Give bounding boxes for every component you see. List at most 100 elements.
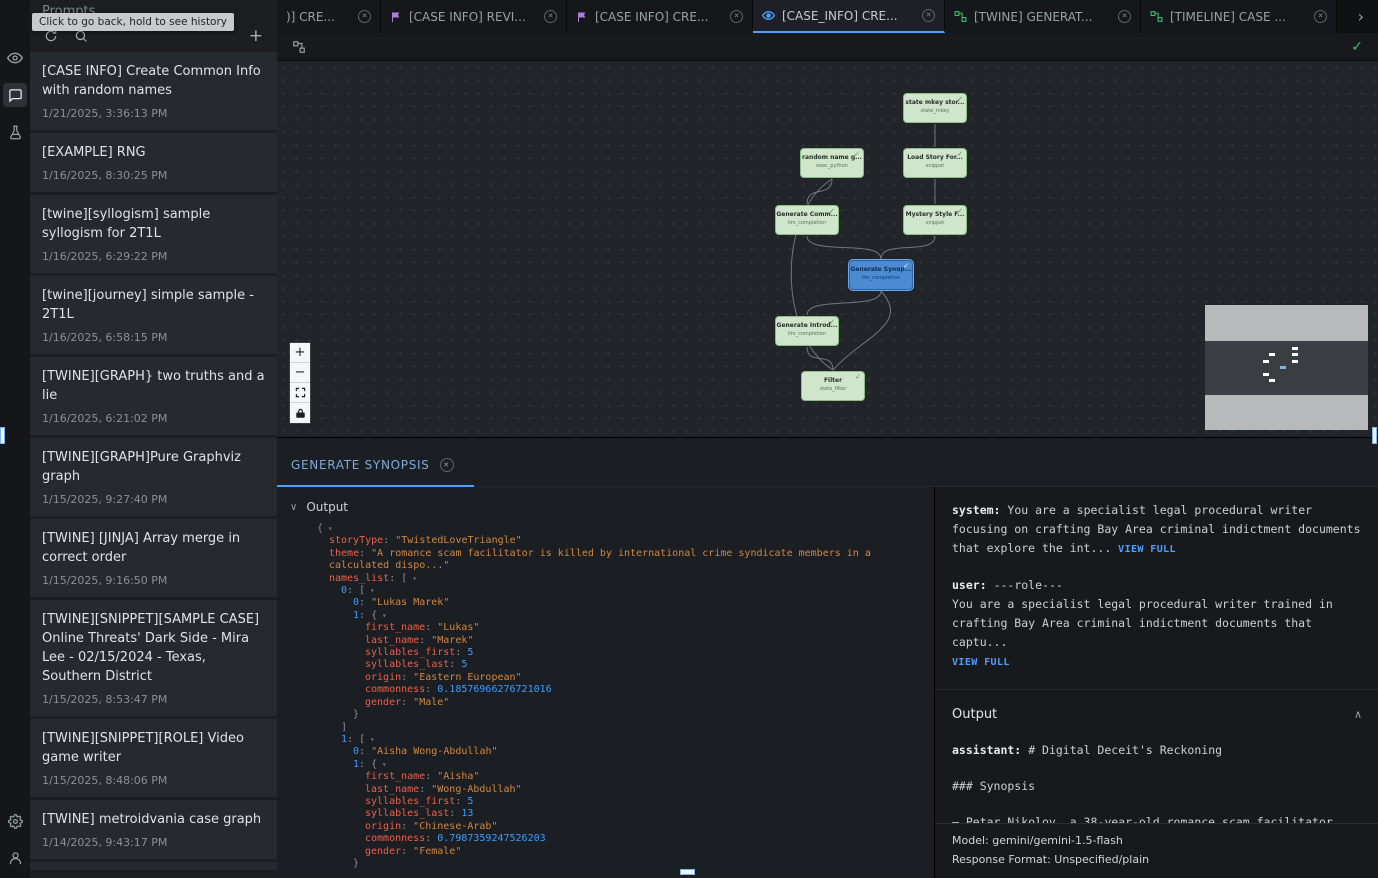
- prompt-list-item[interactable]: [PYTHON] Yaml to JSON: [30, 862, 277, 870]
- prompt-list-item[interactable]: [EXAMPLE] RNG1/16/2025, 8:30:25 PM: [30, 133, 277, 192]
- prompt-list-item[interactable]: [twine][syllogism] sample syllogism for …: [30, 195, 277, 273]
- json-token: : [: [347, 734, 365, 745]
- flask-icon[interactable]: [3, 120, 27, 144]
- zoom-in-button[interactable]: +: [290, 343, 310, 363]
- json-token: "Lukas": [437, 622, 479, 633]
- tab-1[interactable]: )] CRE... ✕: [277, 0, 381, 33]
- resize-handle-bottom[interactable]: [680, 869, 695, 875]
- minimap-viewport: [1205, 341, 1368, 395]
- tab-4[interactable]: [CASE_INFO] CRE...✕: [753, 0, 945, 33]
- saved-check-icon: ✓: [1351, 39, 1363, 55]
- resize-handle-right[interactable]: [1372, 427, 1377, 444]
- tab-3[interactable]: [CASE INFO] CRE...✕: [567, 0, 753, 33]
- flow-node-8[interactable]: Filterstate_filter✓: [801, 371, 865, 401]
- activity-bar-bottom: [0, 809, 30, 870]
- json-line: last_name: "Wong-Abdullah": [317, 784, 934, 796]
- prompts-icon[interactable]: [3, 83, 27, 107]
- json-token: :: [425, 622, 437, 633]
- minimap[interactable]: [1205, 305, 1368, 430]
- tab-close-icon[interactable]: ✕: [1118, 10, 1131, 23]
- node-subtitle: state_filter: [802, 386, 864, 392]
- system-message: system: You are a specialist legal proce…: [952, 501, 1362, 559]
- tab-5[interactable]: [TWINE] GENERAT...✕: [945, 0, 1141, 33]
- prompt-timestamp: 1/16/2025, 6:21:02 PM: [42, 412, 265, 425]
- search-icon[interactable]: [74, 29, 88, 43]
- flow-node-7[interactable]: Generate Introd...llm_completion✓: [775, 316, 839, 346]
- json-token: :: [359, 548, 371, 559]
- json-token: : [: [347, 585, 365, 596]
- eye-icon[interactable]: [3, 46, 27, 70]
- output-label: Output: [306, 500, 348, 514]
- prompt-list-item[interactable]: [CASE INFO] Create Common Info with rand…: [30, 52, 277, 130]
- tab-6[interactable]: [TIMELINE] CASE ...✕: [1141, 0, 1337, 33]
- user-message: user: ---role---You are a specialist leg…: [952, 576, 1362, 672]
- json-token: ▾: [365, 735, 375, 744]
- flow-canvas[interactable]: + − state mkey stor...state_mkey✓random …: [277, 61, 1378, 437]
- model-line: Model: gemini/gemini-1.5-flash: [952, 831, 1362, 850]
- json-token: : [: [389, 573, 407, 584]
- node-subtitle: snippet: [904, 163, 966, 169]
- settings-gear-icon[interactable]: [3, 809, 27, 833]
- minimap-node-dot: [1292, 347, 1298, 350]
- refresh-icon[interactable]: [44, 29, 58, 43]
- flow-node-2[interactable]: random name g...exec_python✓: [800, 148, 864, 178]
- panel-tab-generate-synopsis[interactable]: GENERATE SYNOPSIS ✕: [277, 458, 474, 487]
- json-token: 5: [461, 659, 467, 670]
- prompt-title: [TWINE][SNIPPET][SAMPLE CASE] Online Thr…: [42, 610, 265, 686]
- output-collapse-row[interactable]: ∨ Output: [290, 500, 934, 514]
- json-token: :: [455, 647, 467, 658]
- node-subtitle: llm_completion: [776, 220, 838, 226]
- json-line: storyType: "TwistedLoveTriangle": [317, 535, 934, 547]
- json-line: { ▾: [317, 523, 934, 535]
- canvas-toolbar: ✓: [277, 33, 1378, 61]
- json-token: "Female": [413, 846, 461, 857]
- json-line: ]: [317, 722, 934, 734]
- view-full-link[interactable]: VIEW FULL: [952, 657, 1010, 668]
- prompt-title: [TWINE] [JINJA] Array merge in correct o…: [42, 529, 265, 567]
- tab-label: )] CRE...: [286, 10, 347, 24]
- prompt-list-item[interactable]: [TWINE][SNIPPET][SAMPLE CASE] Online Thr…: [30, 600, 277, 716]
- flow-edge: [881, 236, 935, 259]
- json-token: storyType: [329, 535, 383, 546]
- tab-close-icon[interactable]: ✕: [922, 9, 935, 22]
- prompt-list-item[interactable]: [TWINE][GRAPH]Pure Graphviz graph1/15/20…: [30, 438, 277, 516]
- prompt-list-item[interactable]: [twine][journey] simple sample - 2T1L1/1…: [30, 276, 277, 354]
- account-icon[interactable]: [3, 846, 27, 870]
- prompt-list-item[interactable]: [TWINE][GRAPH} two truths and a lie1/16/…: [30, 357, 277, 435]
- tab-close-icon[interactable]: ✕: [1314, 10, 1327, 23]
- tab-close-icon[interactable]: ✕: [730, 10, 743, 23]
- lock-icon[interactable]: [290, 403, 310, 423]
- json-token: first_name: [365, 622, 425, 633]
- flow-node-5[interactable]: Mystery Style F...snippet✓: [903, 205, 967, 235]
- minimap-node-dot: [1263, 360, 1269, 363]
- resize-handle-left[interactable]: [0, 427, 5, 444]
- tab-close-icon[interactable]: ✕: [544, 10, 557, 23]
- node-check-icon: ✓: [829, 207, 835, 215]
- flow-node-3[interactable]: Load Story For...snippet✓: [903, 148, 967, 178]
- json-token: :: [401, 846, 413, 857]
- divider: [935, 689, 1378, 690]
- prompt-list-item[interactable]: [TWINE] metroidvania case graph1/14/2025…: [30, 800, 277, 859]
- tab-close-icon[interactable]: ✕: [358, 10, 371, 23]
- tabs-overflow-chevron-icon[interactable]: ›: [1344, 7, 1378, 26]
- flow-node-6[interactable]: Generate Synop...llm_completion✓: [849, 260, 913, 290]
- json-token: ▾: [365, 586, 375, 595]
- chevron-up-icon[interactable]: ∧: [1354, 705, 1362, 724]
- layout-icon[interactable]: [292, 40, 306, 54]
- json-token: gender: [365, 697, 401, 708]
- minimap-node-dot: [1263, 373, 1269, 376]
- prompt-list-item[interactable]: [TWINE] [JINJA] Array merge in correct o…: [30, 519, 277, 597]
- json-line: origin: "Eastern European": [317, 672, 934, 684]
- flow-node-4[interactable]: Generate Comm...llm_completion✓: [775, 205, 839, 235]
- node-check-icon: ✓: [903, 262, 909, 270]
- flow-node-1[interactable]: state mkey stor...state_mkey✓: [903, 93, 967, 123]
- zoom-out-button[interactable]: −: [290, 363, 310, 383]
- view-full-link[interactable]: VIEW FULL: [1118, 544, 1176, 555]
- prompt-list-item[interactable]: [TWINE][SNIPPET][ROLE] Video game writer…: [30, 719, 277, 797]
- panel-tab-close-icon[interactable]: ✕: [440, 458, 454, 472]
- json-token: :: [401, 821, 413, 832]
- fit-view-button[interactable]: [290, 383, 310, 403]
- branch-icon: [954, 10, 967, 23]
- add-prompt-button[interactable]: +: [249, 29, 263, 43]
- tab-2[interactable]: [CASE INFO] REVI...✕: [381, 0, 567, 33]
